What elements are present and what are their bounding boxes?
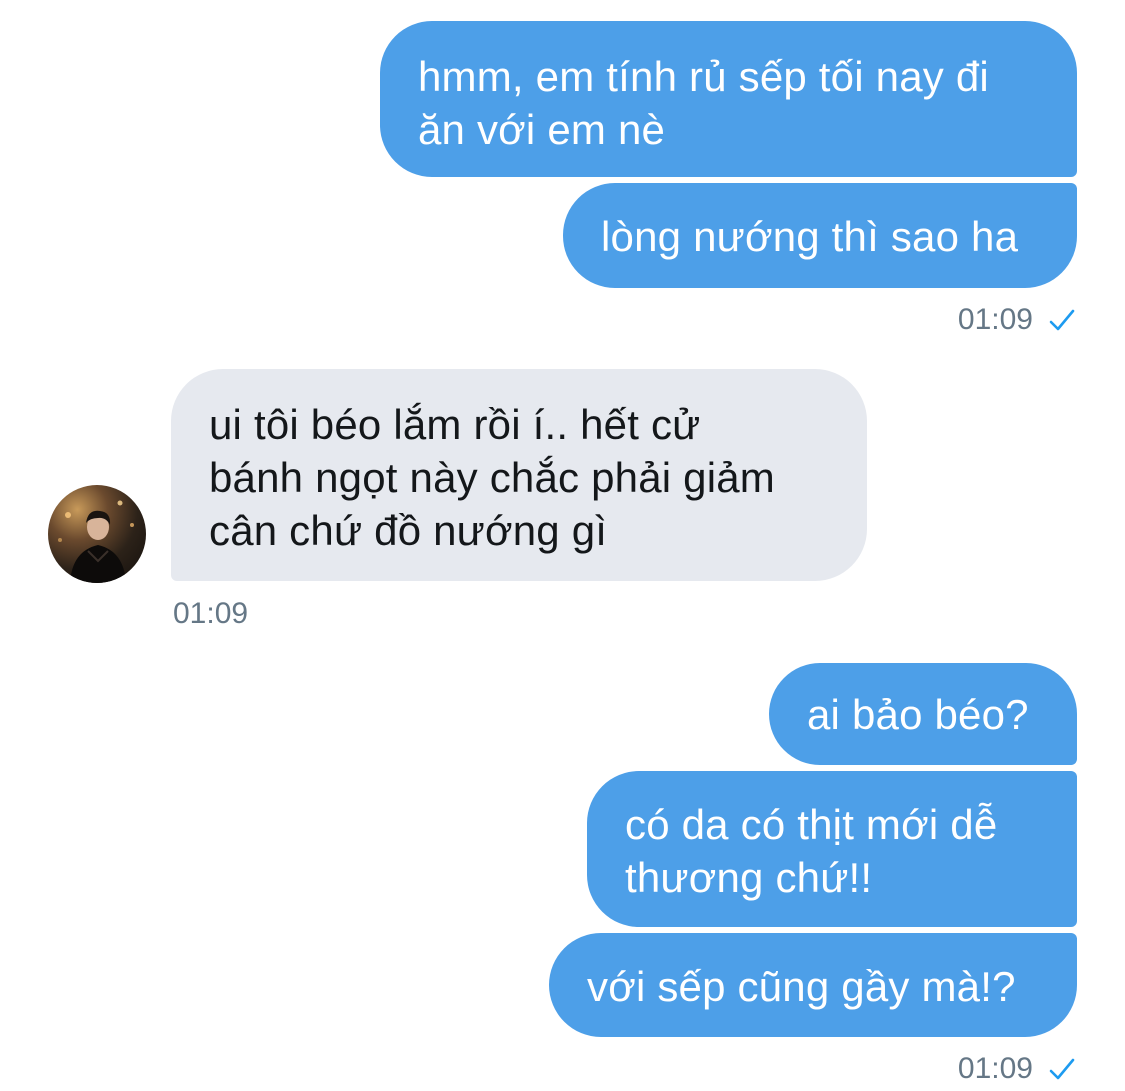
- outgoing-message-bubble[interactable]: ai bảo béo?: [769, 663, 1077, 765]
- avatar[interactable]: [48, 485, 146, 583]
- message-timestamp: 01:09: [957, 303, 1033, 336]
- message-timestamp: 01:09: [173, 597, 249, 630]
- message-text: có da có thịt mới dễ thương chứ!!: [625, 801, 998, 901]
- message-timestamp: 01:09: [957, 1052, 1033, 1085]
- message-meta: 01:09: [958, 302, 1077, 338]
- outgoing-message-bubble[interactable]: lòng nướng thì sao ha: [563, 183, 1077, 288]
- message-meta: 01:09: [958, 1051, 1077, 1087]
- message-text: với sếp cũng gầy mà!?: [587, 963, 1016, 1010]
- message-text: lòng nướng thì sao ha: [601, 213, 1019, 260]
- outgoing-message-bubble[interactable]: có da có thịt mới dễ thương chứ!!: [587, 771, 1077, 927]
- check-icon: [1049, 1058, 1075, 1080]
- avatar-photo-icon: [58, 500, 134, 583]
- message-text: ui tôi béo lắm rồi í.. hết cử bánh ngọt …: [209, 401, 775, 554]
- incoming-message-bubble[interactable]: ui tôi béo lắm rồi í.. hết cử bánh ngọt …: [171, 369, 867, 581]
- message-text: hmm, em tính rủ sếp tối nay đi ăn với em…: [418, 53, 989, 153]
- outgoing-message-bubble[interactable]: hmm, em tính rủ sếp tối nay đi ăn với em…: [380, 21, 1077, 177]
- message-text: ai bảo béo?: [807, 691, 1029, 738]
- check-icon: [1049, 309, 1075, 331]
- outgoing-message-bubble[interactable]: với sếp cũng gầy mà!?: [549, 933, 1077, 1037]
